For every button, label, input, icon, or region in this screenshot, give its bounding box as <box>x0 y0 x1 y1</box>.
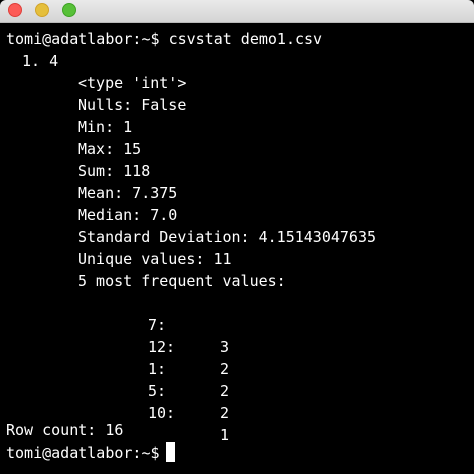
freq-row: 10: 1 <box>0 381 474 444</box>
unique-line: Unique values: 11 <box>78 250 232 268</box>
command-line: tomi@adatlabor:~$ csvstat demo1.csv <box>6 29 322 51</box>
freq-count: 2 <box>220 403 230 422</box>
std-line: Standard Deviation: 4.15143047635 <box>78 228 377 246</box>
final-prompt-line: tomi@adatlabor:~$ <box>6 442 175 464</box>
min-line: Min: 1 <box>78 118 133 136</box>
column-header: 1. 4 <box>22 52 59 70</box>
mean-line: Mean: 7.375 <box>78 184 178 202</box>
nulls-line: Nulls: False <box>78 96 187 114</box>
cursor-block <box>165 442 175 462</box>
command: csvstat demo1.csv <box>168 30 323 48</box>
freq-row: 5: 2 <box>0 359 474 422</box>
row-count-line: Row count: 16 <box>6 421 124 439</box>
terminal-window: tomi@adatlabor:~$ csvstat demo1.csv 1. 4… <box>0 0 474 474</box>
freq-row: 7: 3 <box>0 293 474 356</box>
freq-value: 10: <box>148 403 176 422</box>
freq-row: 12: 2 <box>0 315 474 378</box>
sum-line: Sum: 118 <box>78 162 151 180</box>
type-line: <type 'int'> <box>78 74 187 92</box>
minimize-button[interactable] <box>35 3 49 17</box>
close-button[interactable] <box>8 3 22 17</box>
median-line: Median: 7.0 <box>78 206 178 224</box>
terminal-output[interactable]: tomi@adatlabor:~$ csvstat demo1.csv 1. 4… <box>0 23 474 474</box>
prompt: tomi@adatlabor:~$ <box>6 30 160 48</box>
freq-row: 1: 2 <box>0 337 474 400</box>
freq-header: 5 most frequent values: <box>78 272 286 290</box>
prompt: tomi@adatlabor:~$ <box>6 444 160 462</box>
title-bar <box>0 0 474 23</box>
max-line: Max: 15 <box>78 140 142 158</box>
maximize-button[interactable] <box>62 3 76 17</box>
freq-count: 1 <box>220 425 230 444</box>
